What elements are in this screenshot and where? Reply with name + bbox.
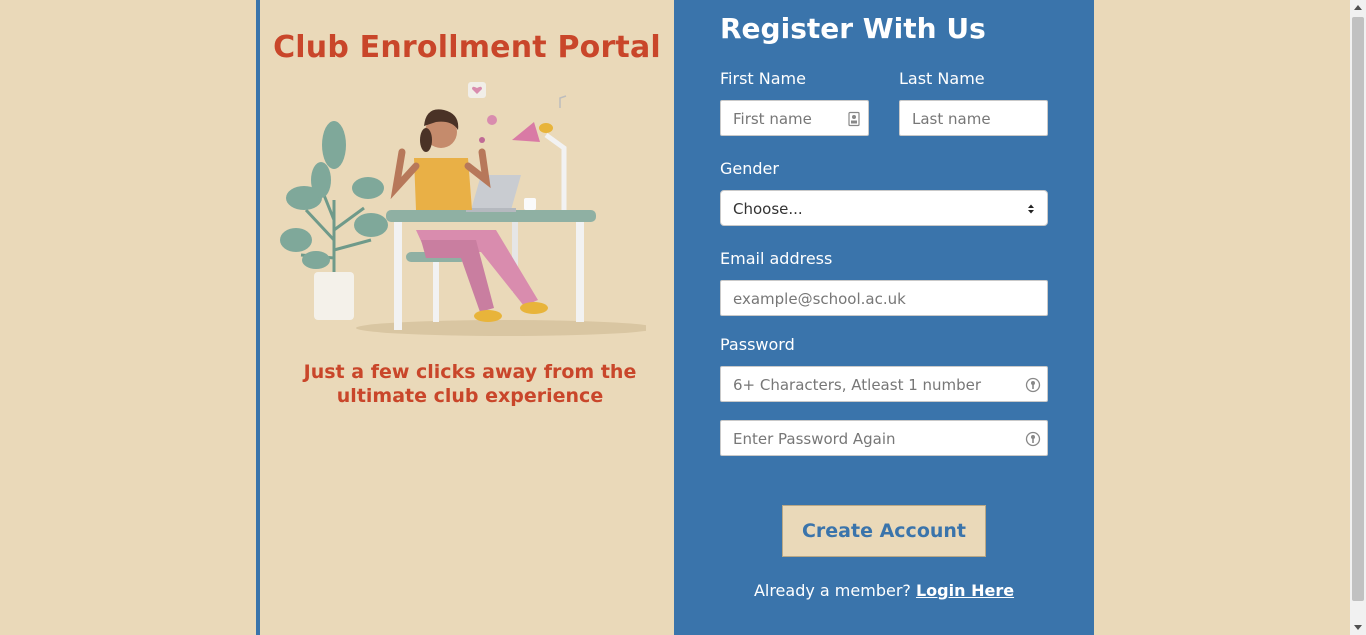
gender-selected-value: Choose...	[733, 200, 803, 218]
registration-panel: Register With Us First Name Last Name Ge…	[674, 0, 1094, 635]
password-input[interactable]	[733, 367, 1023, 403]
workspace-illustration	[280, 82, 646, 336]
last-name-label: Last Name	[899, 69, 985, 88]
first-name-label: First Name	[720, 69, 806, 88]
key-icon	[1025, 377, 1041, 393]
select-arrows-icon	[1028, 204, 1034, 214]
scroll-down-arrow-icon[interactable]	[1350, 619, 1366, 635]
create-account-button[interactable]: Create Account	[782, 505, 986, 557]
key-icon	[1025, 431, 1041, 447]
login-prompt-text: Already a member?	[753, 581, 911, 600]
login-link[interactable]: Login Here	[916, 581, 1014, 600]
first-name-input[interactable]	[733, 101, 843, 137]
email-label: Email address	[720, 249, 833, 268]
gender-label: Gender	[720, 159, 779, 178]
password-confirm-input[interactable]	[733, 421, 1023, 457]
last-name-field[interactable]	[899, 100, 1048, 137]
tagline: Just a few clicks away from the ultimate…	[300, 360, 640, 408]
login-prompt-line: Already a member? Login Here	[674, 581, 1094, 600]
vertical-scrollbar[interactable]	[1350, 0, 1366, 635]
email-input[interactable]	[733, 281, 1033, 317]
tagline-line-2: ultimate club experience	[336, 385, 604, 407]
password-label: Password	[720, 335, 795, 354]
first-name-field[interactable]	[720, 100, 869, 137]
portal-title: Club Enrollment Portal	[273, 30, 661, 65]
password-field[interactable]	[720, 366, 1048, 403]
form-title: Register With Us	[720, 12, 986, 45]
scrollbar-thumb[interactable]	[1352, 17, 1364, 601]
tagline-line-1: Just a few clicks away from the	[303, 361, 637, 383]
gender-select[interactable]: Choose...	[720, 190, 1048, 226]
password-confirm-field[interactable]	[720, 420, 1048, 457]
scroll-up-arrow-icon[interactable]	[1350, 0, 1366, 16]
left-panel: Club Enrollment Portal Just a few clicks…	[256, 0, 674, 635]
contact-card-icon	[848, 111, 860, 127]
last-name-input[interactable]	[912, 101, 1042, 137]
email-field[interactable]	[720, 280, 1048, 317]
